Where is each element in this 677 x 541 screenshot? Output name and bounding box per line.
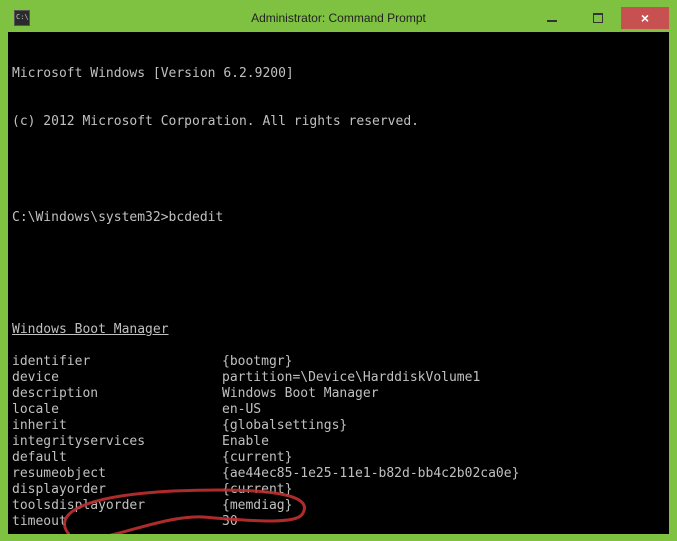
blank-line	[12, 162, 665, 178]
row-value: {current}	[222, 482, 665, 498]
minimize-button[interactable]	[529, 7, 575, 29]
output-row: displayorder{current}	[12, 482, 665, 498]
output-row: identifier{bootmgr}	[12, 354, 665, 370]
row-value: Enable	[222, 434, 665, 450]
output-row: devicepartition=\Device\HarddiskVolume1	[12, 370, 665, 386]
row-key: resumeobject	[12, 466, 222, 482]
output-row: toolsdisplayorder{memdiag}	[12, 498, 665, 514]
row-key: timeout	[12, 514, 222, 530]
row-value: {memdiag}	[222, 498, 665, 514]
window-title: Administrator: Command Prompt	[251, 11, 426, 25]
output-row: localeen-US	[12, 402, 665, 418]
section-title: Windows Boot Manager	[12, 322, 665, 338]
row-value: {ae44ec85-1e25-11e1-b82d-bb4c2b02ca0e}	[222, 466, 665, 482]
section-divider	[12, 338, 665, 354]
row-key: integrityservices	[12, 434, 222, 450]
window-controls: ×	[529, 7, 669, 29]
row-value: Windows Boot Manager	[222, 386, 665, 402]
row-key: displayorder	[12, 482, 222, 498]
row-value: partition=\Device\HarddiskVolume1	[222, 370, 665, 386]
command-prompt-window: Administrator: Command Prompt × Microsof…	[4, 0, 673, 538]
row-key: toolsdisplayorder	[12, 498, 222, 514]
maximize-button[interactable]	[575, 7, 621, 29]
blank-line	[12, 530, 665, 534]
output-row: inherit{globalsettings}	[12, 418, 665, 434]
row-key: device	[12, 370, 222, 386]
prompt-path: C:\Windows\system32>	[12, 210, 169, 225]
terminal-output[interactable]: Microsoft Windows [Version 6.2.9200] (c)…	[8, 32, 669, 534]
row-value: en-US	[222, 402, 665, 418]
output-row: timeout30	[12, 514, 665, 530]
close-button[interactable]: ×	[621, 7, 669, 29]
blank-line	[12, 258, 665, 274]
row-key: description	[12, 386, 222, 402]
output-row: resumeobject{ae44ec85-1e25-11e1-b82d-bb4…	[12, 466, 665, 482]
minimize-icon	[547, 20, 557, 22]
output-row: descriptionWindows Boot Manager	[12, 386, 665, 402]
row-key: default	[12, 450, 222, 466]
cmd-icon	[14, 10, 30, 26]
row-key: locale	[12, 402, 222, 418]
row-key: inherit	[12, 418, 222, 434]
row-value: 30	[222, 514, 665, 530]
maximize-icon	[593, 13, 603, 23]
output-row: default{current}	[12, 450, 665, 466]
copyright-line: (c) 2012 Microsoft Corporation. All righ…	[12, 114, 665, 130]
close-icon: ×	[641, 11, 649, 25]
prompt-line-1: C:\Windows\system32>bcdedit	[12, 210, 665, 226]
row-value: {bootmgr}	[222, 354, 665, 370]
row-value: {globalsettings}	[222, 418, 665, 434]
row-value: {current}	[222, 450, 665, 466]
row-key: identifier	[12, 354, 222, 370]
command-entered: bcdedit	[169, 210, 224, 225]
titlebar[interactable]: Administrator: Command Prompt ×	[8, 4, 669, 32]
version-line: Microsoft Windows [Version 6.2.9200]	[12, 66, 665, 82]
output-row: integrityservicesEnable	[12, 434, 665, 450]
